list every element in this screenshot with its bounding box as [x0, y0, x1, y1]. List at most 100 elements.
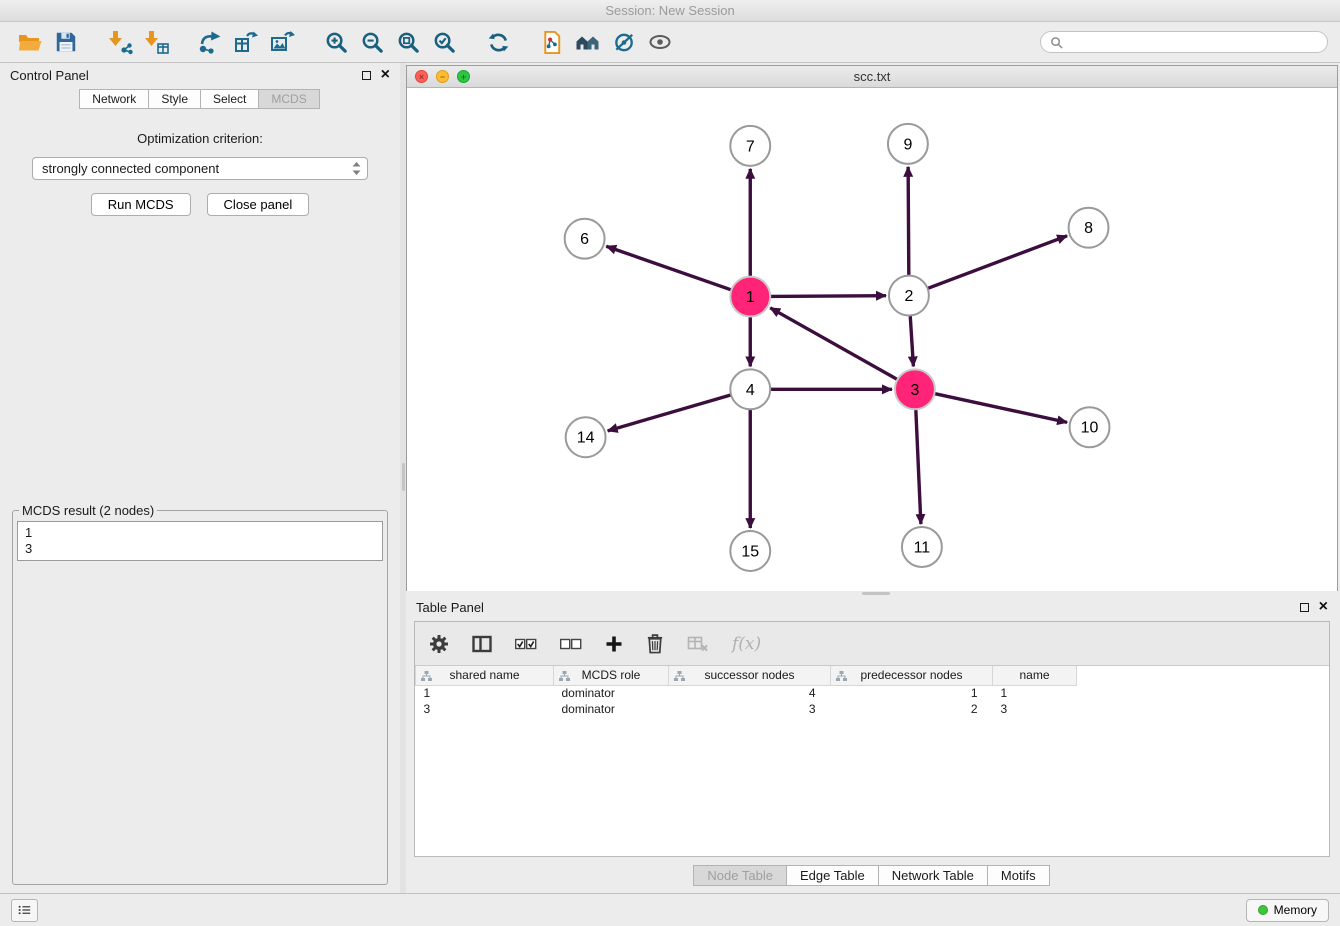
- titlebar: Session: New Session: [0, 0, 1340, 22]
- search-input[interactable]: [1069, 34, 1318, 51]
- tab-network-table[interactable]: Network Table: [878, 865, 988, 886]
- show-columns-button[interactable]: [472, 634, 492, 654]
- graph-node-7[interactable]: 7: [730, 126, 770, 166]
- graph-node-11[interactable]: 11: [902, 527, 942, 567]
- graph-node-4[interactable]: 4: [730, 369, 770, 409]
- run-mcds-button[interactable]: Run MCDS: [91, 193, 191, 216]
- workspace-area: scc.txt × − + 7968124314101511: [406, 63, 1340, 893]
- network-canvas[interactable]: 7 9 6 8 1 2 4 3 14 10 15 11: [407, 88, 1337, 591]
- network-analyzer-button[interactable]: [570, 25, 606, 59]
- export-network-button[interactable]: [192, 25, 228, 59]
- graph-node-8[interactable]: 8: [1069, 208, 1109, 248]
- graph-node-9[interactable]: 9: [888, 124, 928, 164]
- graph-node-1[interactable]: 1: [730, 277, 770, 317]
- memory-button[interactable]: Memory: [1246, 899, 1329, 922]
- zoom-selected-button[interactable]: [426, 25, 462, 59]
- graph-edge-3-10[interactable]: [934, 394, 1067, 423]
- column-header-name[interactable]: name: [993, 666, 1077, 685]
- column-header-predecessor-nodes[interactable]: predecessor nodes: [831, 666, 993, 685]
- svg-text:11: 11: [914, 539, 931, 556]
- table-row[interactable]: 3 dominator 3 2 3: [416, 701, 1330, 717]
- graph-node-10[interactable]: 10: [1070, 407, 1110, 447]
- cell-successor-nodes: 3: [669, 701, 831, 717]
- cell-successor-nodes: 4: [669, 685, 831, 701]
- tab-edge-table[interactable]: Edge Table: [786, 865, 879, 886]
- panel-splitter[interactable]: [400, 63, 406, 893]
- minimize-window-icon[interactable]: −: [436, 70, 449, 83]
- close-panel-button[interactable]: Close panel: [207, 193, 310, 216]
- criterion-select[interactable]: strongly connected component: [32, 157, 368, 180]
- open-file-button[interactable]: [12, 25, 48, 59]
- graph-edge-2-9[interactable]: [908, 167, 909, 276]
- add-row-button[interactable]: [605, 635, 623, 653]
- tab-mcds[interactable]: MCDS: [258, 89, 319, 109]
- save-session-button[interactable]: [48, 25, 84, 59]
- zoom-fit-button[interactable]: [390, 25, 426, 59]
- graph-node-6[interactable]: 6: [565, 219, 605, 259]
- network-from-document-button[interactable]: [534, 25, 570, 59]
- column-tree-icon: [836, 671, 847, 681]
- graph-edge-4-14[interactable]: [608, 395, 731, 431]
- delete-table-button-disabled: [687, 634, 709, 653]
- mcds-result-list[interactable]: 1 3: [17, 521, 383, 561]
- column-header-shared-name[interactable]: shared name: [416, 666, 554, 685]
- main-area: Control Panel × Network Style Select MCD…: [0, 63, 1340, 893]
- export-image-button[interactable]: [264, 25, 300, 59]
- delete-row-button[interactable]: [646, 633, 664, 654]
- graph-node-14[interactable]: 14: [566, 417, 606, 457]
- window-splitter[interactable]: [406, 591, 1338, 595]
- deselect-all-button[interactable]: [560, 637, 582, 651]
- graph-edge-2-3[interactable]: [910, 316, 913, 367]
- show-graphics-details-button[interactable]: [642, 25, 678, 59]
- table-row[interactable]: 1 dominator 4 1 1: [416, 685, 1330, 701]
- import-network-from-file-button[interactable]: [102, 25, 138, 59]
- node-table: shared name MCDS role successor nodes: [415, 666, 1329, 717]
- graph-node-3[interactable]: 3: [895, 369, 935, 409]
- task-list-icon: [18, 904, 31, 916]
- zoom-in-button[interactable]: [318, 25, 354, 59]
- table-panel-tabs: Node Table Edge Table Network Table Moti…: [406, 857, 1338, 893]
- graph-edge-1-6[interactable]: [606, 246, 731, 290]
- graph-edge-1-2[interactable]: [770, 296, 886, 297]
- maximize-window-icon[interactable]: +: [457, 70, 470, 83]
- column-header-mcds-role[interactable]: MCDS role: [554, 666, 669, 685]
- export-table-button[interactable]: [228, 25, 264, 59]
- close-table-panel-icon[interactable]: ×: [1319, 601, 1328, 613]
- node-table-area: shared name MCDS role successor nodes: [415, 666, 1329, 856]
- table-settings-button[interactable]: [429, 634, 449, 654]
- refresh-view-button[interactable]: [480, 25, 516, 59]
- svg-text:10: 10: [1081, 420, 1099, 437]
- tab-style[interactable]: Style: [148, 89, 201, 109]
- graph-edge-3-1[interactable]: [770, 308, 897, 380]
- zoom-out-button[interactable]: [354, 25, 390, 59]
- tab-node-table[interactable]: Node Table: [693, 865, 787, 886]
- close-panel-icon[interactable]: ×: [381, 69, 390, 81]
- tab-network[interactable]: Network: [79, 89, 149, 109]
- paint-network-button[interactable]: [606, 25, 642, 59]
- control-panel: Control Panel × Network Style Select MCD…: [0, 63, 400, 893]
- float-panel-icon[interactable]: [362, 71, 371, 80]
- network-window-title: scc.txt: [407, 69, 1337, 84]
- control-panel-header: Control Panel ×: [0, 63, 400, 87]
- import-table-from-file-button[interactable]: [138, 25, 174, 59]
- cell-shared-name: 1: [416, 685, 554, 701]
- import-network-icon: [107, 29, 133, 55]
- tab-select[interactable]: Select: [200, 89, 259, 109]
- close-window-icon[interactable]: ×: [415, 70, 428, 83]
- trash-icon: [646, 633, 664, 654]
- float-table-panel-icon[interactable]: [1300, 603, 1309, 612]
- task-history-button[interactable]: [11, 899, 38, 922]
- mcds-result-item: 3: [25, 541, 375, 557]
- network-window: scc.txt × − + 7 9 6 8 1 2 4 3 14 10 15 11: [406, 65, 1338, 591]
- cell-predecessor-nodes: 1: [831, 685, 993, 701]
- table-toolbar: f(x): [415, 622, 1329, 666]
- graph-node-2[interactable]: 2: [889, 276, 929, 316]
- svg-text:6: 6: [580, 231, 589, 248]
- graph-edge-2-8[interactable]: [928, 236, 1067, 289]
- application-window: Session: New Session: [0, 0, 1340, 926]
- column-header-successor-nodes[interactable]: successor nodes: [669, 666, 831, 685]
- tab-motifs[interactable]: Motifs: [987, 865, 1050, 886]
- select-all-button[interactable]: [515, 637, 537, 651]
- graph-edge-3-11[interactable]: [916, 409, 921, 524]
- graph-node-15[interactable]: 15: [730, 531, 770, 571]
